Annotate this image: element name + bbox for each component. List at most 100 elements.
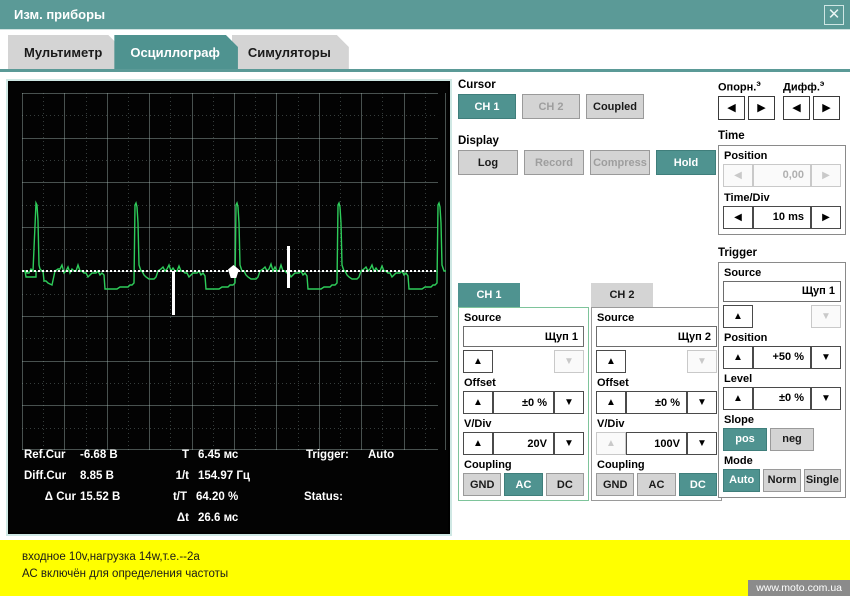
time-position-label: Position	[724, 149, 768, 162]
trigger-slope-neg[interactable]: neg	[770, 427, 814, 451]
trigger-mode-auto[interactable]: Auto	[723, 468, 761, 492]
trigger-source-spacer	[753, 304, 811, 328]
display-section: Display Log Record Compress Hold	[458, 135, 716, 175]
readout-value: 15.52 В	[80, 490, 121, 503]
window-title: Изм. приборы	[14, 7, 106, 22]
readout-label-2: t/T	[172, 490, 187, 503]
display-log-button[interactable]: Log	[458, 150, 518, 175]
oscilloscope-display[interactable]: Ref.Cur -6.68 В T 6.45 мс Trigger: Auto …	[6, 79, 452, 536]
ch2-source-label: Source	[597, 312, 635, 324]
ch2-coupling-gnd[interactable]: GND	[596, 473, 635, 496]
trigger-slope-label: Slope	[724, 413, 754, 426]
ch2-coupling-ac[interactable]: AC	[637, 473, 676, 496]
ch1-coupling-gnd[interactable]: GND	[463, 473, 502, 496]
trigger-source-label: Source	[724, 266, 762, 279]
cursor-marker-ref[interactable]	[287, 246, 290, 288]
trigger-source-up-icon[interactable]: ▲	[723, 304, 753, 328]
readout-label-2: T	[181, 448, 189, 461]
time-div-left-icon[interactable]: ◀	[723, 205, 753, 229]
ch2-offset-down-icon[interactable]: ▼	[687, 391, 717, 414]
cursor-marker-diff[interactable]	[172, 271, 175, 315]
time-section-label: Time	[718, 129, 745, 142]
readout-value: -6.68 В	[80, 448, 118, 461]
trigger-position-up-icon[interactable]: ▲	[723, 345, 753, 369]
ch1-coupling-ac[interactable]: AC	[504, 473, 543, 496]
close-icon[interactable]: ✕	[824, 4, 844, 25]
ch2-offset-label: Offset	[597, 377, 629, 389]
ch1-source-down-icon[interactable]: ▼	[554, 350, 584, 373]
ch1-coupling-dc[interactable]: DC	[545, 473, 584, 496]
ref-right-icon[interactable]: ▶	[748, 95, 775, 120]
cursor-coupled-button[interactable]: Coupled	[586, 94, 644, 119]
readout-row: Δ Cur 15.52 В t/T 64.20 % Status:	[24, 486, 442, 507]
ch2-source-down-icon[interactable]: ▼	[687, 350, 717, 373]
cursor-section: Cursor CH 1 CH 2 Coupled	[458, 79, 644, 119]
ch2-coupling-dc[interactable]: DC	[678, 473, 717, 496]
trigger-mode-single[interactable]: Single	[803, 468, 841, 492]
trigger-position-value[interactable]: +50 %	[753, 345, 811, 369]
tab-simulators[interactable]: Симуляторы	[232, 35, 349, 69]
ch2-offset-up-icon[interactable]: ▲	[596, 391, 626, 414]
ch2-vdiv-up-icon[interactable]: ▲	[596, 432, 626, 455]
ch1-offset-up-icon[interactable]: ▲	[463, 391, 493, 414]
diff-left-icon[interactable]: ◀	[783, 95, 810, 120]
time-position-value[interactable]: 0,00	[753, 163, 811, 187]
trigger-level-down-icon[interactable]: ▼	[811, 386, 841, 410]
channel-1-tab[interactable]: CH 1	[458, 283, 520, 307]
readout-row: Ref.Cur -6.68 В T 6.45 мс Trigger: Auto	[24, 444, 442, 465]
time-position-right-icon[interactable]: ▶	[811, 163, 841, 187]
watermark: www.moto.com.ua	[748, 580, 850, 596]
readout-label: Diff.Cur	[24, 469, 67, 482]
ref-label-text: Опорн.	[718, 81, 757, 94]
ch1-offset-value[interactable]: ±0 %	[493, 391, 554, 414]
trigger-level-value[interactable]: ±0 %	[753, 386, 811, 410]
time-div-right-icon[interactable]: ▶	[811, 205, 841, 229]
diff-label: Дифф.э	[783, 79, 840, 94]
cursor-ch1-button[interactable]: CH 1	[458, 94, 516, 119]
trigger-slope-pos[interactable]: pos	[723, 427, 767, 451]
diff-label-sup: э	[819, 79, 825, 88]
ch1-vdiv-down-icon[interactable]: ▼	[554, 432, 584, 455]
tab-multimeter[interactable]: Мультиметр	[8, 35, 120, 69]
channel-2-tab[interactable]: CH 2	[591, 283, 653, 307]
ch2-offset-value[interactable]: ±0 %	[626, 391, 687, 414]
ch2-source-spacer	[626, 350, 687, 373]
display-hold-button[interactable]: Hold	[656, 150, 716, 175]
ch1-offset-down-icon[interactable]: ▼	[554, 391, 584, 414]
diff-group: Дифф.э ◀ ▶	[783, 79, 840, 120]
scope-readout: Ref.Cur -6.68 В T 6.45 мс Trigger: Auto …	[24, 444, 442, 528]
display-compress-button[interactable]: Compress	[590, 150, 650, 175]
time-section: Time Position ◀ 0,00 ▶ Time/Div ◀ 10 ms …	[718, 130, 846, 235]
ref-left-icon[interactable]: ◀	[718, 95, 745, 120]
trigger-source-down-icon[interactable]: ▼	[811, 304, 841, 328]
trigger-level-up-icon[interactable]: ▲	[723, 386, 753, 410]
ch1-vdiv-label: V/Div	[464, 418, 492, 430]
tab-oscilloscope[interactable]: Осциллограф	[114, 35, 238, 69]
ch1-source-value[interactable]: Щуп 1	[463, 326, 584, 347]
trigger-mode-norm[interactable]: Norm	[763, 468, 801, 492]
ch2-vdiv-label: V/Div	[597, 418, 625, 430]
ch1-source-spacer	[493, 350, 554, 373]
ch1-vdiv-up-icon[interactable]: ▲	[463, 432, 493, 455]
ch2-vdiv-down-icon[interactable]: ▼	[687, 432, 717, 455]
ch1-vdiv-value[interactable]: 20V	[493, 432, 554, 455]
trigger-source-value[interactable]: Щуп 1	[723, 280, 841, 302]
ref-label: Опорн.э	[718, 79, 775, 94]
ch2-source-value[interactable]: Щуп 2	[596, 326, 717, 347]
cursor-ch2-button[interactable]: CH 2	[522, 94, 580, 119]
trigger-position-label: Position	[724, 331, 768, 344]
time-div-value[interactable]: 10 ms	[753, 205, 811, 229]
readout-label-2: Δt	[176, 511, 189, 524]
trigger-box: Source Щуп 1 ▲ ▼ Position ▲ +50 % ▼ Leve…	[718, 261, 846, 498]
time-position-left-icon[interactable]: ◀	[723, 163, 753, 187]
trigger-position-down-icon[interactable]: ▼	[811, 345, 841, 369]
diff-right-icon[interactable]: ▶	[813, 95, 840, 120]
ch2-vdiv-value[interactable]: 100V	[626, 432, 687, 455]
channel-1-section: CH 1 Source Щуп 1 ▲ ▼ Offset ▲ ±0 % ▼ V/…	[458, 283, 589, 501]
readout-row: Diff.Cur 8.85 В 1/t 154.97 Гц	[24, 465, 442, 486]
channel-2-panel: Source Щуп 2 ▲ ▼ Offset ▲ ±0 % ▼ V/Div ▲…	[591, 307, 722, 501]
ch1-coupling-label: Coupling	[464, 459, 512, 471]
display-record-button[interactable]: Record	[524, 150, 584, 175]
ch2-source-up-icon[interactable]: ▲	[596, 350, 626, 373]
ch1-source-up-icon[interactable]: ▲	[463, 350, 493, 373]
